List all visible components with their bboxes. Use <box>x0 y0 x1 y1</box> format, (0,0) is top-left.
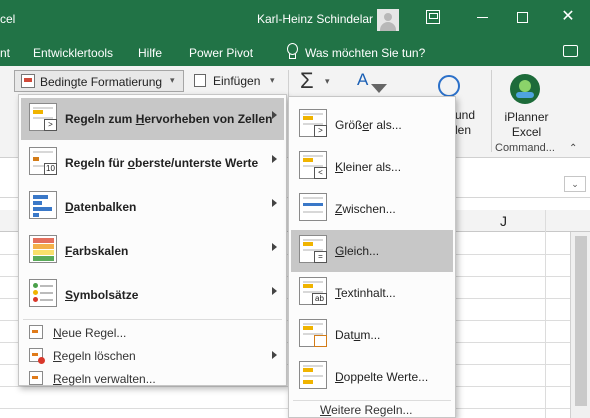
iplanner-label-2[interactable]: Excel <box>504 125 549 139</box>
insert-cells-icon <box>194 74 206 87</box>
submenu-item-label: Gleich... <box>335 244 380 258</box>
submenu-item-label: Größer als... <box>335 118 402 132</box>
top-bottom-rules-icon: 10 <box>29 147 57 175</box>
commands-group-label: Command... <box>495 142 555 154</box>
chevron-right-icon <box>272 287 277 295</box>
submenu-item-less-than[interactable]: < Kleiner als... <box>291 146 453 188</box>
conditional-formatting-label: Bedingte Formatierung <box>40 75 163 89</box>
submenu-item-text-contains[interactable]: ab Textinhalt... <box>291 272 453 314</box>
ribbon-display-options-icon[interactable] <box>426 10 440 24</box>
highlight-cells-submenu: > Größer als... < Kleiner als... Zwische… <box>288 96 456 418</box>
find-label-partial-2[interactable]: len <box>455 123 471 137</box>
less-than-icon: < <box>299 151 327 179</box>
chevron-right-icon <box>272 351 277 359</box>
menu-item-label: Datenbalken <box>65 200 137 214</box>
user-name[interactable]: Karl-Heinz Schindelar <box>257 12 373 26</box>
greater-than-icon: > <box>299 109 327 137</box>
menu-item-data-bars[interactable]: Datenbalken <box>21 186 284 228</box>
submenu-item-label: Zwischen... <box>335 202 396 216</box>
menu-item-label: Regeln für oberste/unterste Werte <box>65 156 259 170</box>
menu-item-highlight-cells-rules[interactable]: > Regeln zum Hervorheben von Zellen <box>21 98 284 140</box>
menu-item-clear-rules[interactable]: Regeln löschen <box>21 344 284 367</box>
date-occurring-icon <box>299 319 327 347</box>
text-contains-icon: ab <box>299 277 327 305</box>
submenu-item-date[interactable]: Datum... <box>291 314 453 356</box>
sort-filter-icon[interactable]: A <box>357 70 368 90</box>
submenu-item-label: Textinhalt... <box>335 286 396 300</box>
ribbon-tabs: nt Entwicklertools Hilfe Power Pivot Was… <box>0 38 590 66</box>
maximize-icon[interactable] <box>517 12 528 23</box>
chevron-down-icon: ▾ <box>270 75 275 85</box>
chevron-right-icon <box>272 243 277 251</box>
menu-item-label: Farbskalen <box>65 244 129 258</box>
data-bars-icon <box>29 191 57 219</box>
column-header-j[interactable]: J <box>500 213 507 229</box>
tell-me-search[interactable]: Was möchten Sie tun? <box>305 46 425 60</box>
chevron-down-icon: ▾ <box>170 75 175 85</box>
menu-item-label: Neue Regel... <box>53 326 127 340</box>
tab-help[interactable]: Hilfe <box>138 46 162 60</box>
duplicate-values-icon <box>299 361 327 389</box>
excel-window: cel Karl-Heinz Schindelar ✕ nt Entwickle… <box>0 0 590 418</box>
find-label-partial[interactable]: und <box>455 108 475 122</box>
manage-rules-icon <box>29 371 43 385</box>
submenu-item-duplicate-values[interactable]: Doppelte Werte... <box>291 356 453 398</box>
app-title: cel <box>0 12 16 26</box>
highlight-cells-rules-icon: > <box>29 103 57 131</box>
menu-item-label: Symbolsätze <box>65 288 139 302</box>
chevron-down-icon[interactable]: ▾ <box>325 76 330 87</box>
new-rule-icon <box>29 325 43 339</box>
menu-separator <box>293 400 451 401</box>
iplanner-logo-icon[interactable] <box>510 74 540 104</box>
collapse-ribbon-icon[interactable]: ⌃ <box>569 143 577 154</box>
filter-icon <box>371 84 387 93</box>
close-icon[interactable]: ✕ <box>561 9 575 25</box>
submenu-item-label: Doppelte Werte... <box>335 370 429 384</box>
submenu-item-between[interactable]: Zwischen... <box>291 188 453 230</box>
submenu-item-equal-to[interactable]: = Gleich... <box>291 230 453 272</box>
conditional-formatting-button[interactable]: Bedingte Formatierung ▾ <box>14 70 184 92</box>
icon-sets-icon <box>29 279 57 307</box>
menu-item-color-scales[interactable]: Farbskalen <box>21 230 284 272</box>
chevron-right-icon <box>272 155 277 163</box>
tab-developer[interactable]: Entwicklertools <box>33 46 113 60</box>
equal-to-icon: = <box>299 235 327 263</box>
color-scales-icon <box>29 235 57 263</box>
chevron-right-icon <box>272 199 277 207</box>
lightbulb-icon <box>286 43 298 61</box>
comments-icon[interactable] <box>563 45 578 57</box>
conditional-formatting-icon <box>21 74 35 88</box>
tab-partial[interactable]: nt <box>0 46 10 60</box>
menu-item-manage-rules[interactable]: Regeln verwalten... <box>21 367 284 390</box>
between-icon <box>299 193 327 221</box>
menu-separator <box>23 319 282 320</box>
autosum-icon[interactable]: Σ <box>300 68 314 94</box>
expand-formula-bar-icon[interactable]: ⌄ <box>564 176 586 192</box>
group-divider <box>491 70 492 152</box>
menu-item-label: Regeln löschen <box>53 349 136 363</box>
menu-item-top-bottom-rules[interactable]: 10 Regeln für oberste/unterste Werte <box>21 142 284 184</box>
chevron-right-icon <box>272 111 277 119</box>
submenu-item-label: Kleiner als... <box>335 160 402 174</box>
submenu-item-greater-than[interactable]: > Größer als... <box>291 104 453 146</box>
menu-item-label: Regeln verwalten... <box>53 372 156 386</box>
menu-item-label: Regeln zum Hervorheben von Zellen <box>65 112 273 126</box>
submenu-item-label: Datum... <box>335 328 381 342</box>
menu-item-new-rule[interactable]: Neue Regel... <box>21 321 284 344</box>
insert-label: Einfügen <box>213 74 261 88</box>
tab-power-pivot[interactable]: Power Pivot <box>189 46 253 60</box>
conditional-formatting-menu: > Regeln zum Hervorheben von Zellen 10 R… <box>18 94 287 386</box>
menu-item-icon-sets[interactable]: Symbolsätze <box>21 274 284 316</box>
clear-rules-icon <box>29 348 45 364</box>
title-bar: cel Karl-Heinz Schindelar ✕ <box>0 0 590 38</box>
minimize-icon[interactable] <box>476 10 490 24</box>
grid-line <box>0 408 570 409</box>
vertical-scrollbar[interactable] <box>570 232 590 418</box>
iplanner-label[interactable]: iPlanner <box>504 110 549 124</box>
avatar-icon[interactable] <box>377 9 399 31</box>
find-select-icon[interactable] <box>438 75 460 97</box>
more-rules-link[interactable]: Weitere Regeln... <box>320 403 413 417</box>
